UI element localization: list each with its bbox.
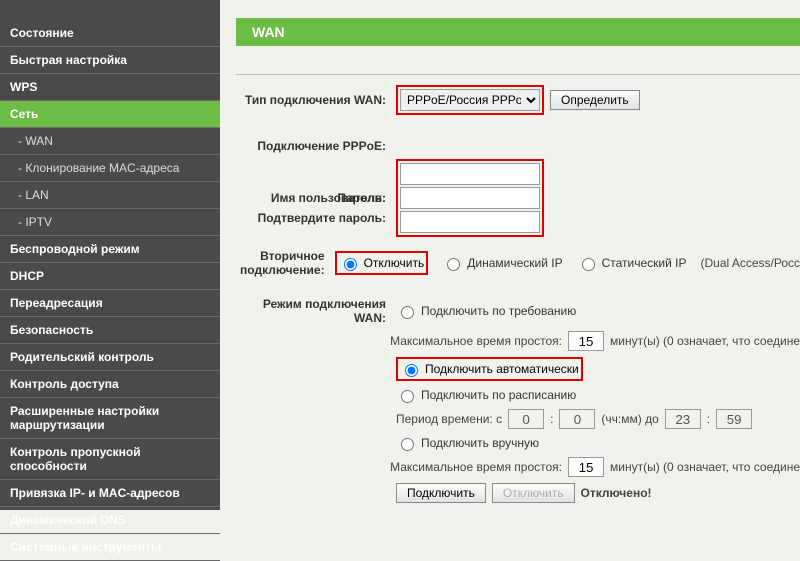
period-h1-input[interactable] xyxy=(508,409,544,429)
sidebar-item-18[interactable]: Системные инструменты xyxy=(0,534,220,561)
confirm-password-input[interactable] xyxy=(400,211,540,233)
mode-manual-radio[interactable] xyxy=(401,438,414,451)
mode-auto-radio[interactable] xyxy=(405,364,418,377)
wan-type-label: Тип подключения WAN: xyxy=(236,93,396,107)
sec-disable-label: Отключить xyxy=(364,256,425,270)
period-format: (чч:мм) до xyxy=(601,412,658,426)
period-label: Период времени: с xyxy=(396,412,502,426)
sidebar-item-8[interactable]: Беспроводной режим xyxy=(0,236,220,263)
idle2-input[interactable] xyxy=(568,457,604,477)
sidebar-item-2[interactable]: WPS xyxy=(0,74,220,101)
mode-auto-label: Подключить автоматически xyxy=(425,362,579,376)
connect-button[interactable]: Подключить xyxy=(396,483,486,503)
username-label: Имя пользователя: xyxy=(236,191,396,205)
conn-mode-label: Режим подключения WAN: xyxy=(236,297,396,325)
status-text: Отключено! xyxy=(581,486,652,500)
mode-schedule-label: Подключить по расписанию xyxy=(421,388,576,402)
sec-dynamic-label: Динамический IP xyxy=(467,256,562,270)
sidebar-item-17[interactable]: Динамический DNS xyxy=(0,507,220,534)
username-input[interactable] xyxy=(400,163,540,185)
max-idle-label-2: Максимальное время простоя: xyxy=(390,460,562,474)
sidebar-item-9[interactable]: DHCP xyxy=(0,263,220,290)
wan-type-select[interactable]: PPPoE/Россия PPPoE xyxy=(400,89,540,111)
sidebar-item-16[interactable]: Привязка IP- и MAC-адресов xyxy=(0,480,220,507)
sidebar-item-13[interactable]: Контроль доступа xyxy=(0,371,220,398)
sep2: : xyxy=(707,412,710,426)
sidebar-item-0[interactable]: Состояние xyxy=(0,20,220,47)
sidebar: СостояниеБыстрая настройкаWPSСеть- WAN- … xyxy=(0,0,220,510)
period-m2-input[interactable] xyxy=(716,409,752,429)
sidebar-item-7[interactable]: - IPTV xyxy=(0,209,220,236)
mode-demand-radio[interactable] xyxy=(401,306,414,319)
period-h2-input[interactable] xyxy=(665,409,701,429)
idle1-units: минут(ы) (0 означает, что соедине xyxy=(610,334,800,348)
secondary-conn-label: Вторичное подключение: xyxy=(236,249,335,277)
mode-demand-label: Подключить по требованию xyxy=(421,304,576,318)
pppoe-section-label: Подключение PPPoE: xyxy=(236,139,396,153)
sec-dual-label: (Dual Access/Росс xyxy=(700,256,800,270)
sidebar-item-3[interactable]: Сеть xyxy=(0,101,220,128)
mode-schedule-radio[interactable] xyxy=(401,390,414,403)
sidebar-item-15[interactable]: Контроль пропускной способности xyxy=(0,439,220,480)
password-input[interactable] xyxy=(400,187,540,209)
sidebar-item-10[interactable]: Переадресация xyxy=(0,290,220,317)
sidebar-item-5[interactable]: - Клонирование MAC-адреса xyxy=(0,155,220,182)
sec-dynamic-radio[interactable] xyxy=(447,258,460,271)
sidebar-item-4[interactable]: - WAN xyxy=(0,128,220,155)
sep1: : xyxy=(550,412,553,426)
sidebar-item-11[interactable]: Безопасность xyxy=(0,317,220,344)
detect-button[interactable]: Определить xyxy=(550,90,640,110)
idle1-input[interactable] xyxy=(568,331,604,351)
period-m1-input[interactable] xyxy=(559,409,595,429)
max-idle-label-1: Максимальное время простоя: xyxy=(390,334,562,348)
sec-static-radio[interactable] xyxy=(582,258,595,271)
sec-disable-radio[interactable] xyxy=(344,258,357,271)
sec-static-label: Статический IP xyxy=(602,256,687,270)
sidebar-item-12[interactable]: Родительский контроль xyxy=(0,344,220,371)
idle2-units: минут(ы) (0 означает, что соедине xyxy=(610,460,800,474)
main-content: WAN Тип подключения WAN: PPPoE/Россия PP… xyxy=(220,0,800,510)
page-title: WAN xyxy=(236,18,800,46)
sidebar-item-1[interactable]: Быстрая настройка xyxy=(0,47,220,74)
sidebar-item-14[interactable]: Расширенные настройки маршрутизации xyxy=(0,398,220,439)
mode-manual-label: Подключить вручную xyxy=(421,436,539,450)
disconnect-button[interactable]: Отключить xyxy=(492,483,575,503)
sidebar-item-6[interactable]: - LAN xyxy=(0,182,220,209)
